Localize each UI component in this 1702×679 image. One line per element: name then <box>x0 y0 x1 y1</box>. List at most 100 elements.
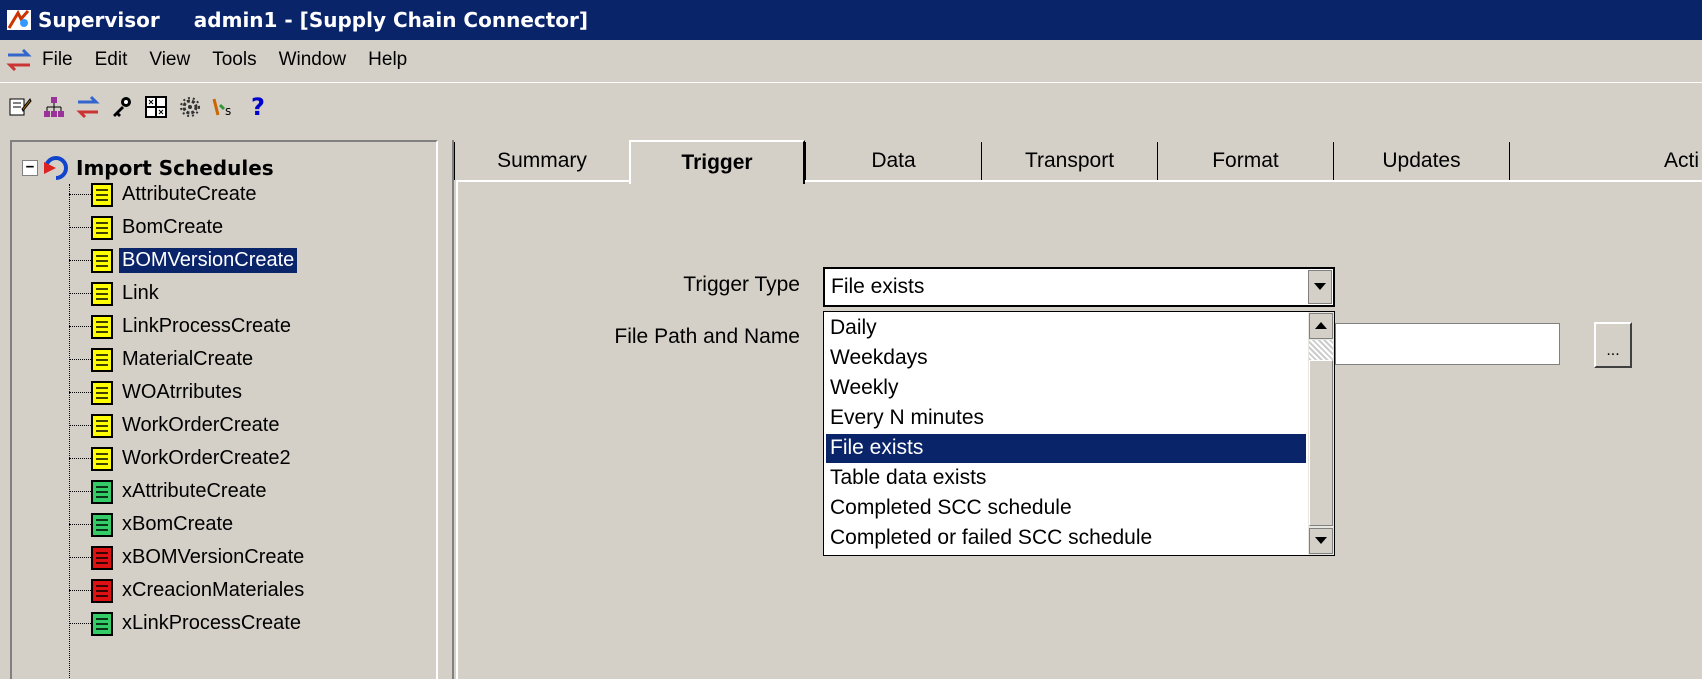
tree-root-label: Import Schedules <box>76 156 274 180</box>
import-schedules-icon <box>44 156 68 180</box>
tree-item[interactable]: Link <box>69 277 162 310</box>
title-bar[interactable]: Supervisor admin1 - [Supply Chain Connec… <box>0 0 1702 40</box>
properties-icon <box>9 97 32 115</box>
hierarchy-button[interactable] <box>40 92 68 122</box>
menu-view[interactable]: View <box>147 47 192 73</box>
scroll-down-button[interactable] <box>1309 528 1333 554</box>
schedule-green-icon <box>91 479 113 504</box>
supervisor-app-icon <box>7 9 31 30</box>
collapse-icon[interactable]: − <box>22 160 38 176</box>
tree-item[interactable]: WOAtrributes <box>69 376 245 409</box>
dropdown-option[interactable]: Weekdays <box>826 344 1306 373</box>
schedule-yellow-icon <box>91 380 113 405</box>
dropdown-scrollbar[interactable] <box>1308 312 1334 555</box>
application-window: Supervisor admin1 - [Supply Chain Connec… <box>0 0 1702 679</box>
tree-item[interactable]: LinkProcessCreate <box>69 310 294 343</box>
tree-connector-line <box>69 260 91 261</box>
menu-file[interactable]: File <box>40 47 75 73</box>
dropdown-option[interactable]: Completed SCC schedule <box>826 494 1306 523</box>
tree-item-label: xCreacionMateriales <box>122 579 305 601</box>
scroll-up-button[interactable] <box>1309 313 1333 339</box>
dropdown-option[interactable]: Table data exists <box>826 464 1306 493</box>
schedule-yellow-icon <box>91 347 113 372</box>
hierarchy-icon <box>44 96 64 117</box>
tree-connector-line <box>69 359 91 360</box>
schedule-yellow-icon <box>91 314 113 339</box>
trigger-type-dropdown-list[interactable]: Daily Weekdays Weekly Every N minutes File e… <box>823 311 1335 556</box>
menu-window[interactable]: Window <box>277 47 349 73</box>
tree-connector-line <box>69 194 91 195</box>
tree-item[interactable]: AttributeCreate <box>69 178 260 211</box>
tree-item[interactable]: BomCreate <box>69 211 226 244</box>
tree-item-label: xLinkProcessCreate <box>122 612 301 634</box>
dropdown-button[interactable] <box>1308 270 1332 304</box>
dropdown-option[interactable]: File exists <box>825 433 1307 464</box>
menu-help[interactable]: Help <box>366 47 409 73</box>
dropdown-option[interactable]: Completed or failed SCC schedule <box>826 524 1306 553</box>
tab-updates[interactable]: Updates <box>1333 142 1509 180</box>
tree-connector-line <box>69 524 91 525</box>
tree-item-label: xBomCreate <box>122 513 234 535</box>
schedule-red-icon <box>91 545 113 570</box>
tree-item-label: xBOMVersionCreate <box>122 546 305 568</box>
trigger-type-select[interactable]: File exists <box>823 267 1335 307</box>
dropdown-option[interactable]: Weekly <box>826 374 1306 403</box>
schedule-red-icon <box>91 578 113 603</box>
svg-text:s: s <box>225 104 231 118</box>
tree-item[interactable]: xBomCreate <box>69 508 236 541</box>
transfer-button[interactable] <box>74 92 102 122</box>
tree-item-label: AttributeCreate <box>122 183 257 205</box>
menu-edit[interactable]: Edit <box>93 47 130 73</box>
properties-button[interactable] <box>6 92 34 122</box>
tree-item[interactable]: BOMVersionCreate <box>69 244 298 277</box>
dropdown-option[interactable]: Every N minutes <box>826 404 1306 433</box>
tree-item[interactable]: WorkOrderCreate2 <box>69 442 294 475</box>
schedule-tree[interactable]: − Import Schedules AttributeCreate BomCre… <box>10 140 438 679</box>
script-icon: s <box>212 98 231 118</box>
tab-trigger[interactable]: Trigger <box>629 140 805 184</box>
grid-button[interactable] <box>142 92 170 122</box>
tree-connector-line <box>69 425 91 426</box>
scroll-thumb[interactable] <box>1309 360 1333 526</box>
transfer-icon[interactable] <box>6 49 32 71</box>
browse-button[interactable]: ... <box>1594 322 1632 368</box>
tree-item[interactable]: MaterialCreate <box>69 343 256 376</box>
schedule-green-icon <box>91 611 113 636</box>
tab-actions[interactable]: Acti <box>1509 142 1702 180</box>
menu-tools[interactable]: Tools <box>210 47 258 73</box>
help-button[interactable]: ? <box>244 92 272 122</box>
tree-connector-line <box>69 458 91 459</box>
tree-connector-line <box>69 326 91 327</box>
schedule-yellow-icon <box>91 413 113 438</box>
settings-button[interactable] <box>176 92 204 122</box>
help-icon: ? <box>251 92 265 121</box>
tree-item-label: MaterialCreate <box>122 348 254 370</box>
tab-format[interactable]: Format <box>1157 142 1333 180</box>
script-button[interactable]: s <box>210 92 238 122</box>
tree-item[interactable]: xCreacionMateriales <box>69 574 307 607</box>
tree-item[interactable]: xAttributeCreate <box>69 475 270 508</box>
scroll-track[interactable] <box>1309 340 1333 360</box>
tree-item-label: WorkOrderCreate2 <box>122 447 291 469</box>
chevron-down-icon <box>1314 283 1326 290</box>
tab-summary[interactable]: Summary <box>454 142 629 180</box>
schedule-green-icon <box>91 512 113 537</box>
tree-item[interactable]: xLinkProcessCreate <box>69 607 304 640</box>
tree-item-label: BOMVersionCreate <box>119 248 298 273</box>
tab-data[interactable]: Data <box>805 142 981 180</box>
toolbar: s ? <box>0 82 1702 130</box>
file-path-input[interactable] <box>1335 323 1560 365</box>
tree-connector-line <box>69 392 91 393</box>
tab-transport[interactable]: Transport <box>981 142 1157 180</box>
tree-item-label: LinkProcessCreate <box>122 315 291 337</box>
menu-bar: File Edit View Tools Window Help <box>0 40 1702 80</box>
tree-connector-line <box>69 227 91 228</box>
keys-button[interactable] <box>108 92 136 122</box>
trigger-type-value: File exists <box>831 275 925 298</box>
dropdown-option[interactable]: Daily <box>826 314 1306 343</box>
tree-item-label: xAttributeCreate <box>122 480 267 502</box>
keys-icon <box>113 96 131 117</box>
tree-connector-line <box>69 590 91 591</box>
tree-item[interactable]: WorkOrderCreate <box>69 409 282 442</box>
tree-item[interactable]: xBOMVersionCreate <box>69 541 307 574</box>
